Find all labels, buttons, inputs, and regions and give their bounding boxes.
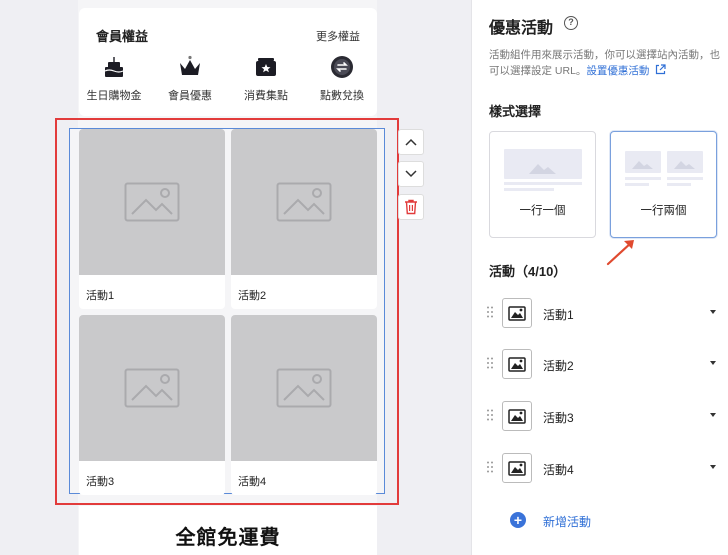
- style-option-label: 一行兩個: [640, 205, 687, 217]
- activity-row[interactable]: 活動2: [472, 349, 728, 379]
- perk-stamp-points[interactable]: 消費集點: [231, 54, 301, 103]
- activity-thumbnail: [502, 298, 532, 328]
- activity-grid[interactable]: 活動1 活動2 活動3 活動4: [69, 128, 385, 495]
- style-section-title: 樣式選擇: [489, 104, 542, 119]
- style-option-two-per-row[interactable]: 一行兩個: [610, 131, 717, 238]
- chevron-down-icon: [405, 170, 417, 178]
- perk-birthday[interactable]: 生日購物金: [79, 54, 149, 103]
- activity-card[interactable]: 活動4: [231, 315, 377, 495]
- perk-label: 消費集點: [244, 90, 288, 102]
- image-icon: [508, 408, 526, 424]
- annotation-arrow: [606, 240, 634, 266]
- drag-handle-icon[interactable]: [487, 461, 493, 473]
- perk-member-offer[interactable]: 會員優惠: [155, 54, 225, 103]
- drag-handle-icon[interactable]: [487, 357, 493, 369]
- image-placeholder: [79, 129, 225, 275]
- image-placeholder-icon: [124, 182, 180, 222]
- caret-down-icon[interactable]: [710, 310, 716, 314]
- layout-single-icon: [504, 149, 582, 191]
- free-shipping-text: 全館免運費: [175, 527, 281, 549]
- drag-handle-icon[interactable]: [487, 409, 493, 421]
- member-benefits-title: 會員權益: [96, 29, 149, 44]
- layout-double-icon: [625, 151, 703, 186]
- perk-label: 會員優惠: [168, 90, 212, 102]
- image-placeholder-icon: [124, 368, 180, 408]
- move-up-button[interactable]: [398, 129, 424, 155]
- set-promotion-link[interactable]: 設置優惠活動: [586, 65, 649, 77]
- exchange-icon: [331, 56, 353, 78]
- birthday-cake-icon: [104, 57, 124, 77]
- activity-row[interactable]: 活動3: [472, 401, 728, 431]
- activity-thumbnail: [502, 401, 532, 431]
- activity-thumbnail: [502, 453, 532, 483]
- activities-section-title: 活動（4/10）: [489, 264, 567, 279]
- stamp-card-icon: [256, 58, 276, 76]
- activity-label: 活動2: [238, 290, 267, 302]
- activity-label: 活動4: [238, 476, 267, 488]
- plus-icon: +: [510, 512, 526, 528]
- perk-point-exchange[interactable]: 點數兌換: [307, 54, 377, 103]
- image-placeholder: [231, 315, 377, 461]
- move-down-button[interactable]: [398, 161, 424, 187]
- perk-label: 點數兌換: [320, 90, 364, 102]
- delete-button[interactable]: [398, 194, 424, 220]
- style-option-one-per-row[interactable]: 一行一個: [489, 131, 596, 238]
- panel-title: 優惠活動: [489, 20, 554, 37]
- activity-thumbnail: [502, 349, 532, 379]
- image-placeholder: [79, 315, 225, 461]
- caret-down-icon[interactable]: [710, 361, 716, 365]
- activity-card[interactable]: 活動2: [231, 129, 377, 309]
- caret-down-icon[interactable]: [710, 413, 716, 417]
- image-icon: [508, 460, 526, 476]
- activity-row-label: 活動1: [543, 308, 574, 322]
- perk-label: 生日購物金: [86, 90, 142, 102]
- caret-down-icon[interactable]: [710, 465, 716, 469]
- add-activity-label: 新增活動: [543, 515, 592, 529]
- help-icon[interactable]: ?: [564, 16, 578, 30]
- external-link-icon[interactable]: [655, 64, 666, 75]
- image-icon: [508, 356, 526, 372]
- style-option-label: 一行一個: [519, 205, 566, 217]
- more-benefits-link[interactable]: 更多權益: [316, 28, 360, 44]
- activity-label: 活動3: [86, 476, 115, 488]
- activity-label: 活動1: [86, 290, 115, 302]
- image-icon: [508, 305, 526, 321]
- activity-row-label: 活動2: [543, 359, 574, 373]
- free-shipping-banner: 全館免運費: [79, 506, 377, 555]
- activity-card[interactable]: 活動3: [79, 315, 225, 495]
- drag-handle-icon[interactable]: [487, 306, 493, 318]
- panel-description: 活動組件用來展示活動，你可以選擇站內活動，也可以選擇設定 URL。設置優惠活動: [489, 47, 724, 79]
- activity-row-label: 活動4: [543, 463, 574, 477]
- activity-card[interactable]: 活動1: [79, 129, 225, 309]
- image-placeholder-icon: [276, 368, 332, 408]
- member-benefits-card: 會員權益 更多權益 生日購物金 會員優惠 消費集點 點數兌換: [79, 8, 377, 116]
- image-placeholder: [231, 129, 377, 275]
- activity-row[interactable]: 活動1: [472, 298, 728, 328]
- image-placeholder-icon: [276, 182, 332, 222]
- activity-row-label: 活動3: [543, 411, 574, 425]
- settings-panel: 優惠活動 ? 活動組件用來展示活動，你可以選擇站內活動，也可以選擇設定 URL。…: [471, 0, 728, 555]
- chevron-up-icon: [405, 138, 417, 146]
- trash-icon: [405, 199, 417, 215]
- crown-icon: [180, 55, 200, 75]
- activity-row[interactable]: 活動4: [472, 453, 728, 483]
